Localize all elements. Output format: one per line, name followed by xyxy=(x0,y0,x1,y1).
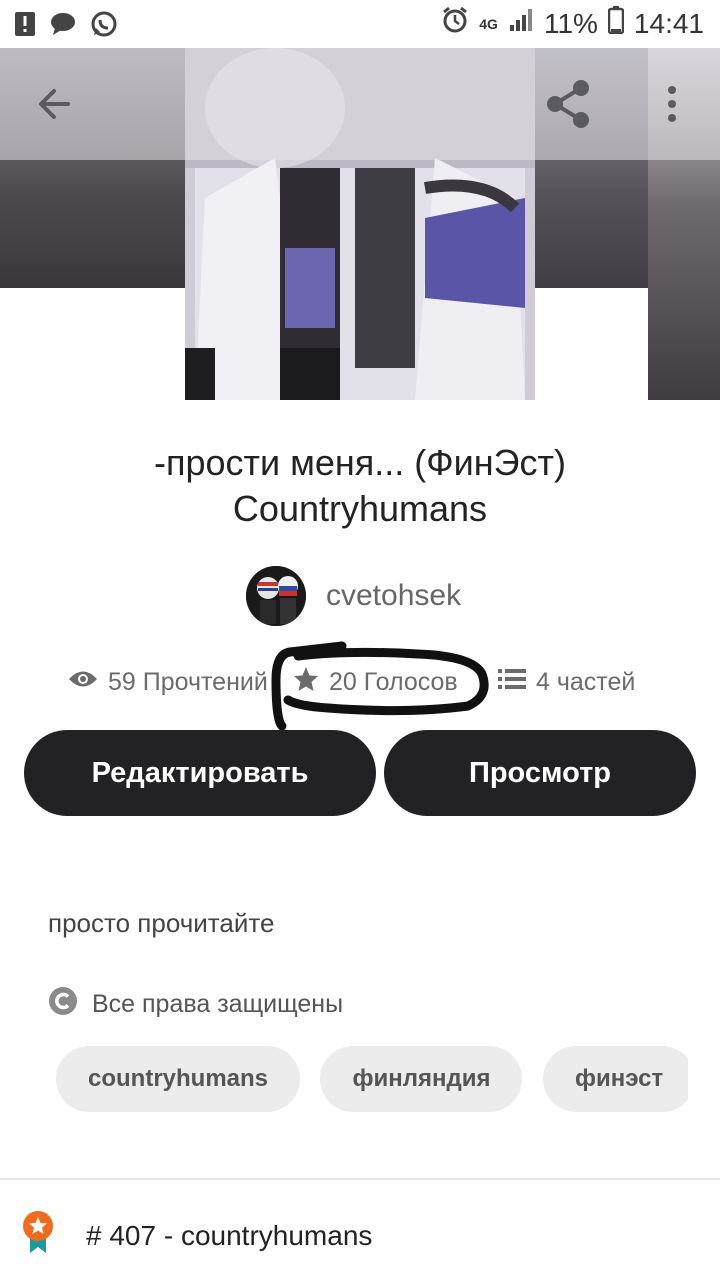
copyright-icon xyxy=(48,986,78,1023)
battery-percent: 11% xyxy=(543,7,598,39)
author-name[interactable]: cvetohsek xyxy=(326,579,461,613)
author-row[interactable]: cvetohsek xyxy=(246,566,461,626)
story-title-line1: -прости меня... (ФинЭст) xyxy=(154,442,566,483)
alert-icon xyxy=(14,11,36,42)
copyright-label: Все права защищены xyxy=(92,990,344,1018)
parts-stat: 4 частей xyxy=(498,668,635,697)
clock: 14:41 xyxy=(633,7,704,39)
ranking-badge-icon xyxy=(20,1210,56,1261)
toolbar xyxy=(0,48,720,160)
divider xyxy=(0,1178,720,1180)
story-stats: 59 Прочтений 20 Голосов 4 частей xyxy=(68,662,635,702)
chat-icon xyxy=(50,12,76,41)
network-type: 4G xyxy=(479,15,498,32)
status-bar: 4G 11% 14:41 xyxy=(0,0,720,48)
whatsapp-icon xyxy=(90,10,118,43)
alarm-icon xyxy=(441,6,469,41)
ranking-row[interactable]: # 407 - countryhumans xyxy=(20,1210,372,1261)
tag-list[interactable]: countryhumans финляндия финэст xyxy=(56,1046,688,1114)
story-title: -прости меня... (ФинЭст) Countryhumans xyxy=(40,440,680,532)
tag-chip[interactable]: финляндия xyxy=(320,1046,523,1112)
votes-stat: 20 Голосов xyxy=(293,666,498,699)
reads-stat: 59 Прочтений xyxy=(68,668,293,697)
battery-icon xyxy=(607,6,625,41)
more-vert-icon[interactable] xyxy=(658,82,686,126)
story-title-line2: Countryhumans xyxy=(232,488,488,529)
copyright-row: Все права защищены xyxy=(48,986,343,1023)
cover-carousel[interactable] xyxy=(0,48,720,400)
edit-button[interactable]: Редактировать xyxy=(24,730,376,816)
share-icon[interactable] xyxy=(540,76,596,132)
star-icon xyxy=(293,666,319,699)
tag-chip[interactable]: финэст xyxy=(542,1046,688,1112)
signal-icon xyxy=(508,7,534,40)
back-arrow-icon[interactable] xyxy=(28,80,84,128)
avatar[interactable] xyxy=(246,566,306,626)
votes-count: 20 Голосов xyxy=(329,667,458,696)
ranking-label[interactable]: # 407 - countryhumans xyxy=(86,1220,372,1252)
view-button[interactable]: Просмотр xyxy=(384,730,696,816)
eye-icon xyxy=(68,668,98,697)
reads-count: 59 Прочтений xyxy=(108,667,268,696)
tag-chip[interactable]: countryhumans xyxy=(56,1046,301,1112)
parts-count: 4 частей xyxy=(536,667,636,696)
story-description: просто прочитайте xyxy=(48,908,275,938)
list-icon xyxy=(498,668,526,697)
